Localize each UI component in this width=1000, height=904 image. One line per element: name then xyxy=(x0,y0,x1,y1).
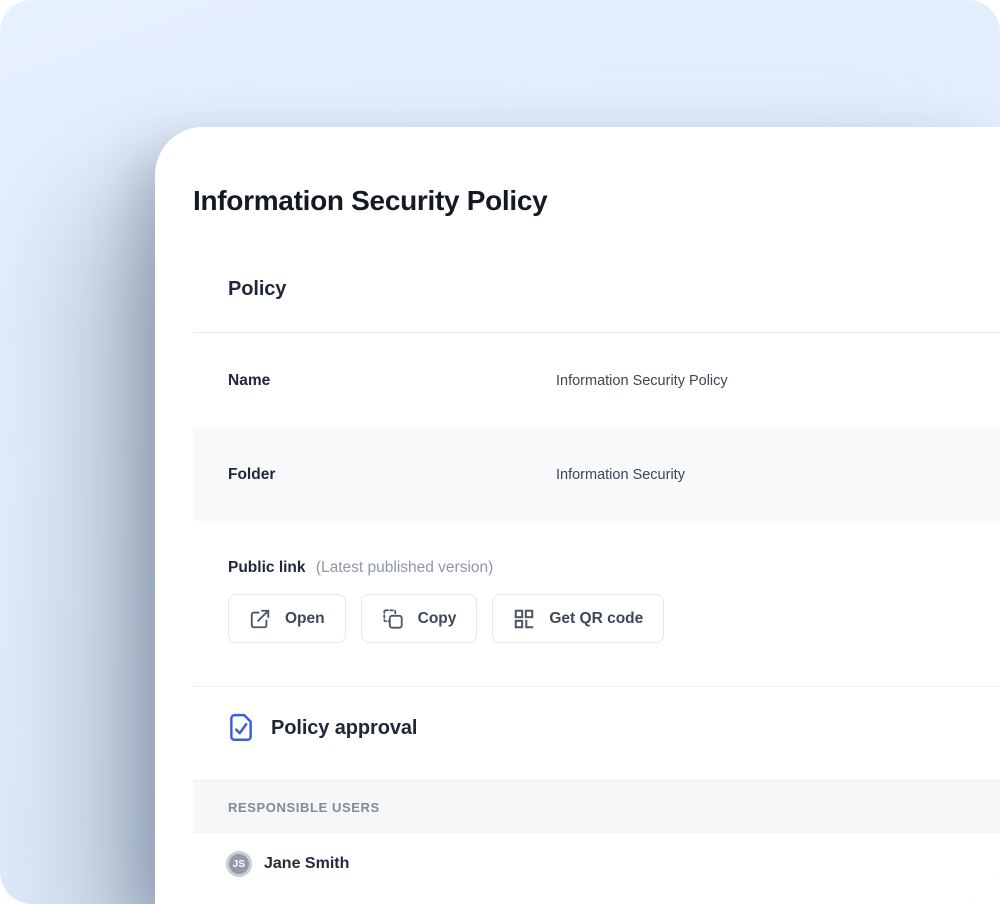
screen-background: Information Security Policy Policy Name … xyxy=(0,0,1000,904)
external-link-icon xyxy=(249,608,271,630)
page-title: Information Security Policy xyxy=(193,184,547,218)
detail-row-folder[interactable]: Folder Information Security xyxy=(193,428,1000,521)
copy-button[interactable]: Copy xyxy=(361,594,478,643)
user-name: Jane Smith xyxy=(264,855,349,873)
policy-card: Information Security Policy Policy Name … xyxy=(155,127,1000,904)
approval-heading: Policy approval xyxy=(271,717,417,740)
open-button[interactable]: Open xyxy=(228,594,346,643)
copy-icon xyxy=(382,608,404,630)
public-link-line: Public link (Latest published version) xyxy=(228,556,493,580)
get-qr-code-button[interactable]: Get QR code xyxy=(492,594,664,643)
avatar-initials: JS xyxy=(233,859,246,870)
document-check-icon xyxy=(228,713,254,743)
approval-section-header: Policy approval xyxy=(228,713,417,743)
detail-label: Folder xyxy=(228,466,556,484)
open-button-label: Open xyxy=(285,610,325,628)
qr-code-icon xyxy=(513,608,535,630)
avatar: JS xyxy=(226,851,252,877)
user-row[interactable]: JS Jane Smith xyxy=(226,851,349,877)
copy-button-label: Copy xyxy=(418,610,457,628)
public-link-label: Public link xyxy=(228,559,306,576)
qr-button-label: Get QR code xyxy=(549,610,643,628)
detail-row-name[interactable]: Name Information Security Policy xyxy=(193,333,1000,428)
responsible-users-header-band: RESPONSIBLE USERS xyxy=(193,780,1000,833)
section-heading-policy: Policy xyxy=(228,275,286,303)
public-link-buttons: Open Copy Get QR code xyxy=(228,594,664,643)
detail-label: Name xyxy=(228,372,556,390)
public-link-hint: (Latest published version) xyxy=(316,559,494,576)
responsible-users-header: RESPONSIBLE USERS xyxy=(228,800,380,815)
detail-value: Information Security Policy xyxy=(556,373,728,389)
divider xyxy=(193,686,1000,687)
detail-value: Information Security xyxy=(556,467,685,483)
